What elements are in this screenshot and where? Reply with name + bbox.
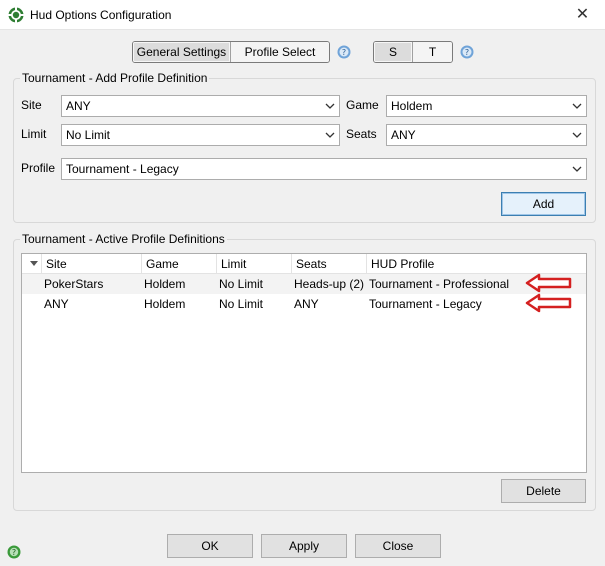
chevron-down-icon [572, 132, 582, 138]
svg-text:?: ? [12, 548, 16, 557]
site-select[interactable]: ANY [61, 95, 340, 117]
site-label: Site [21, 98, 42, 112]
svg-text:?: ? [342, 48, 346, 57]
column-header-seats[interactable]: Seats [292, 254, 367, 274]
chevron-down-icon [572, 103, 582, 109]
tab-profile-select[interactable]: Profile Select [231, 42, 329, 62]
active-profiles-table: Site Game Limit Seats HUD Profile PokerS… [21, 253, 587, 473]
game-select-value: Holdem [391, 99, 433, 113]
help-icon[interactable]: ? [337, 45, 351, 59]
app-icon [8, 7, 24, 23]
status-icon: ? [7, 545, 21, 559]
chevron-down-icon [325, 103, 335, 109]
sort-column-header[interactable] [22, 254, 42, 274]
cell-hud-profile: Tournament - Professional [369, 277, 510, 291]
cell-seats: ANY [294, 297, 319, 311]
settings-tab-group: General Settings Profile Select [132, 41, 330, 63]
title-bar: Hud Options Configuration ✕ [0, 0, 605, 30]
game-select[interactable]: Holdem [386, 95, 587, 117]
seats-label: Seats [346, 127, 377, 141]
cell-limit: No Limit [219, 277, 264, 291]
column-header-site[interactable]: Site [42, 254, 142, 274]
cell-site: ANY [44, 297, 69, 311]
mode-s-button[interactable]: S [374, 42, 413, 62]
mode-t-button[interactable]: T [413, 42, 452, 62]
table-row[interactable]: PokerStars Holdem No Limit Heads-up (2) … [22, 274, 586, 294]
cell-seats: Heads-up (2) [294, 277, 365, 291]
seats-select-value: ANY [391, 128, 416, 142]
cell-limit: No Limit [219, 297, 264, 311]
column-header-hud-profile[interactable]: HUD Profile [367, 254, 586, 274]
cell-hud-profile: Tournament - Legacy [369, 297, 482, 311]
column-header-limit[interactable]: Limit [217, 254, 292, 274]
limit-select[interactable]: No Limit [61, 124, 340, 146]
chevron-down-icon [325, 132, 335, 138]
table-row[interactable]: ANY Holdem No Limit ANY Tournament - Leg… [22, 294, 586, 314]
window-title: Hud Options Configuration [30, 8, 172, 22]
ok-button[interactable]: OK [167, 534, 253, 558]
profile-select-value: Tournament - Legacy [66, 162, 179, 176]
cell-game: Holdem [144, 277, 186, 291]
mode-toggle-group: S T [373, 41, 453, 63]
cell-site: PokerStars [44, 277, 104, 291]
active-profiles-group-title: Tournament - Active Profile Definitions [20, 232, 227, 246]
site-select-value: ANY [66, 99, 91, 113]
cell-game: Holdem [144, 297, 186, 311]
limit-select-value: No Limit [66, 128, 111, 142]
sort-icon [30, 261, 38, 266]
table-header: Site Game Limit Seats HUD Profile [22, 254, 586, 274]
column-header-game[interactable]: Game [142, 254, 217, 274]
svg-text:?: ? [465, 48, 469, 57]
profile-label: Profile [21, 161, 56, 175]
profile-select[interactable]: Tournament - Legacy [61, 158, 587, 180]
red-arrow-icon [525, 273, 572, 293]
add-profile-group-title: Tournament - Add Profile Definition [20, 71, 210, 85]
game-label: Game [346, 98, 379, 112]
chevron-down-icon [572, 166, 582, 172]
red-arrow-icon [525, 293, 572, 313]
delete-button[interactable]: Delete [501, 479, 586, 503]
apply-button[interactable]: Apply [261, 534, 347, 558]
add-button[interactable]: Add [501, 192, 586, 216]
limit-label: Limit [21, 127, 47, 141]
close-button[interactable]: Close [355, 534, 441, 558]
window-close-button[interactable]: ✕ [560, 0, 605, 30]
seats-select[interactable]: ANY [386, 124, 587, 146]
tab-general-settings[interactable]: General Settings [133, 42, 231, 62]
help-icon[interactable]: ? [460, 45, 474, 59]
